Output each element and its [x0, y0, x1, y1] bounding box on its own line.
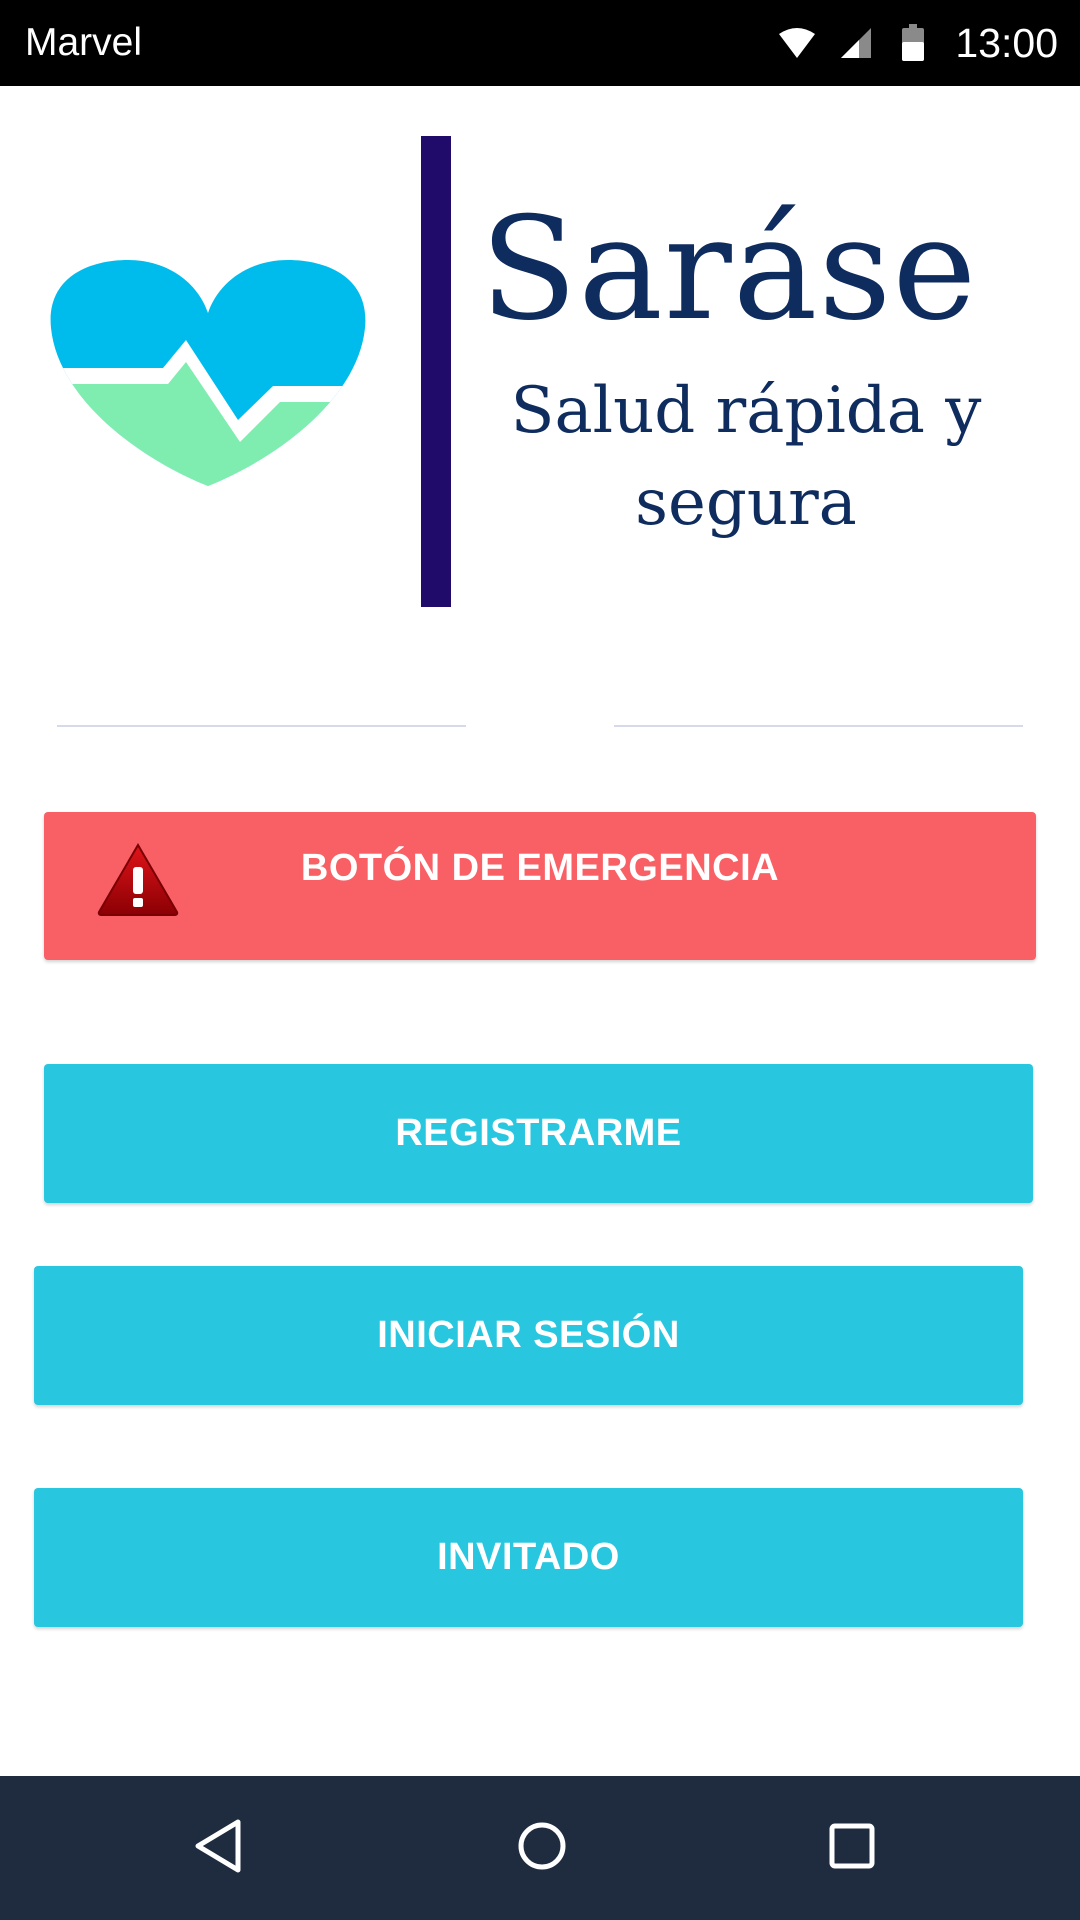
login-button[interactable]: INICIAR SESIÓN: [34, 1266, 1023, 1405]
status-bar: Marvel 13:00: [0, 0, 1080, 86]
recent-apps-icon: [827, 1821, 877, 1876]
back-icon: [192, 1818, 244, 1879]
home-icon: [516, 1820, 568, 1877]
guest-button-label: INVITADO: [437, 1536, 620, 1578]
navigation-bar: [0, 1776, 1080, 1920]
warning-icon: [96, 842, 180, 916]
emergency-button[interactable]: BOTÓN DE EMERGENCIA: [44, 812, 1036, 960]
logo-divider: [421, 136, 451, 607]
battery-icon: [901, 24, 925, 62]
status-time: 13:00: [955, 19, 1058, 66]
wifi-icon: [777, 26, 817, 60]
guest-button[interactable]: INVITADO: [34, 1488, 1023, 1627]
heart-pulse-icon: [48, 258, 368, 488]
home-button[interactable]: [482, 1776, 602, 1920]
register-button[interactable]: REGISTRARME: [44, 1064, 1033, 1203]
divider-line-left: [57, 725, 466, 727]
brand-title: Saráse: [480, 187, 978, 352]
back-button[interactable]: [158, 1776, 278, 1920]
login-button-label: INICIAR SESIÓN: [377, 1314, 680, 1356]
signal-icon: [839, 26, 873, 60]
emergency-button-label: BOTÓN DE EMERGENCIA: [300, 847, 780, 889]
register-button-label: REGISTRARME: [395, 1112, 682, 1154]
status-app-name: Marvel: [25, 21, 143, 64]
brand-tagline: Salud rápida y segura: [510, 374, 982, 540]
status-icons: 13:00: [777, 0, 1058, 86]
divider-line-right: [614, 725, 1023, 727]
recent-apps-button[interactable]: [792, 1776, 912, 1920]
